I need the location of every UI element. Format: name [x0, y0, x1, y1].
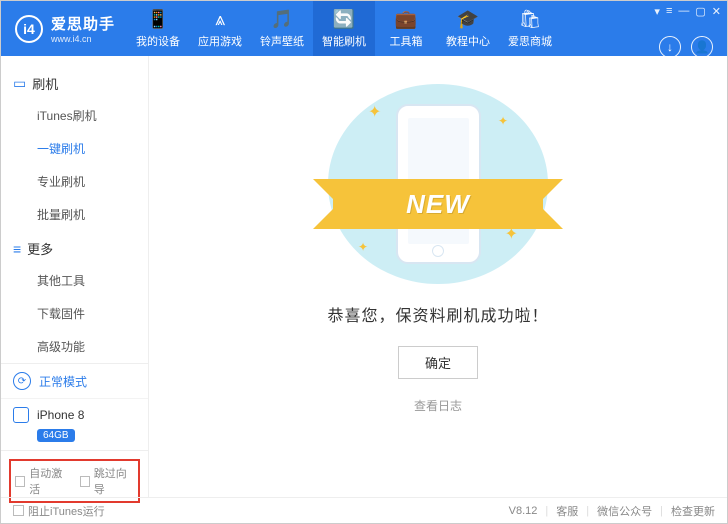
nav-label: 爱思商城 — [508, 33, 552, 49]
footer-link-update[interactable]: 检查更新 — [671, 503, 715, 519]
nav-store[interactable]: 🛍 爱思商城 — [499, 1, 561, 56]
success-illustration: ✦ ✦ ✦ ✦ NEW — [328, 84, 548, 284]
app-url: www.i4.cn — [51, 34, 115, 44]
music-icon: 🎵 — [271, 9, 293, 31]
tutorial-icon: 🎓 — [457, 9, 479, 31]
version-label: V8.12 — [509, 505, 538, 517]
app-logo: i4 爱思助手 www.i4.cn — [1, 13, 127, 44]
sidebar-section-flash: ▭ 刷机 — [1, 66, 148, 99]
app-title: 爱思助手 — [51, 13, 115, 34]
ok-button[interactable]: 确定 — [398, 346, 478, 379]
section-title: 刷机 — [32, 74, 58, 93]
section-title: 更多 — [27, 239, 53, 258]
top-nav: 📱 我的设备 ⩓ 应用游戏 🎵 铃声壁纸 🔄 智能刷机 💼 工具箱 🎓 教程中心 🛍 爱思商城 — [127, 1, 561, 56]
success-message: 恭喜您，保资料刷机成功啦！ — [327, 302, 548, 326]
refresh-icon: 🔄 — [333, 9, 355, 31]
phone-icon: ▭ — [13, 75, 26, 92]
nav-label: 智能刷机 — [322, 33, 366, 49]
sidebar: ▭ 刷机 iTunes刷机 一键刷机 专业刷机 批量刷机 ≡ 更多 其他工具 下载固… — [1, 56, 149, 497]
status-label: 正常模式 — [39, 373, 87, 390]
new-ribbon: NEW — [333, 179, 543, 229]
nav-label: 工具箱 — [390, 33, 423, 49]
minimize-icon[interactable]: — — [678, 5, 689, 18]
ribbon-text: NEW — [406, 189, 470, 220]
checkbox-block-itunes[interactable]: 阻止iTunes运行 — [13, 503, 105, 519]
footer-link-support[interactable]: 客服 — [556, 503, 578, 519]
checkbox-label: 跳过向导 — [94, 465, 134, 497]
sidebar-item-advanced[interactable]: 高级功能 — [1, 330, 148, 363]
store-icon: 🛍 — [519, 9, 542, 31]
phone-icon — [13, 407, 29, 423]
nav-label: 教程中心 — [446, 33, 490, 49]
device-icon: 📱 — [147, 9, 169, 31]
nav-flash[interactable]: 🔄 智能刷机 — [313, 1, 375, 56]
nav-label: 铃声壁纸 — [260, 33, 304, 49]
settings-icon[interactable]: ≡ — [666, 5, 672, 18]
sidebar-item-itunes-flash[interactable]: iTunes刷机 — [1, 99, 148, 132]
nav-my-device[interactable]: 📱 我的设备 — [127, 1, 189, 56]
sidebar-item-pro-flash[interactable]: 专业刷机 — [1, 165, 148, 198]
checkbox-skip-guide[interactable]: 跳过向导 — [80, 465, 135, 497]
logo-icon: i4 — [15, 15, 43, 43]
nav-ringtone[interactable]: 🎵 铃声壁纸 — [251, 1, 313, 56]
nav-toolbox[interactable]: 💼 工具箱 — [375, 1, 437, 56]
separator: | — [660, 505, 663, 517]
checkbox-icon — [15, 476, 25, 487]
app-header: i4 爱思助手 www.i4.cn 📱 我的设备 ⩓ 应用游戏 🎵 铃声壁纸 🔄 智能刷… — [1, 1, 727, 56]
checkbox-icon — [13, 505, 24, 516]
nav-tutorial[interactable]: 🎓 教程中心 — [437, 1, 499, 56]
sidebar-item-oneclick-flash[interactable]: 一键刷机 — [1, 132, 148, 165]
sidebar-section-more: ≡ 更多 — [1, 231, 148, 264]
sync-icon: ⟳ — [13, 372, 31, 390]
maximize-icon[interactable]: ▢ — [695, 5, 705, 18]
menu-icon: ≡ — [13, 241, 21, 257]
main-content: ✦ ✦ ✦ ✦ NEW 恭喜您，保资料刷机成功啦！ 确定 查看日志 — [149, 56, 727, 497]
sidebar-item-download-firmware[interactable]: 下载固件 — [1, 297, 148, 330]
status-bar: 阻止iTunes运行 V8.12 | 客服 | 微信公众号 | 检查更新 — [1, 497, 727, 523]
toolbox-icon: 💼 — [395, 9, 417, 31]
window-controls: ▾ ≡ — ▢ ✕ — [648, 1, 727, 22]
sidebar-item-batch-flash[interactable]: 批量刷机 — [1, 198, 148, 231]
star-icon: ✦ — [358, 240, 368, 254]
menu-icon[interactable]: ▾ — [654, 5, 660, 18]
device-mode-status[interactable]: ⟳ 正常模式 — [1, 364, 148, 399]
nav-label: 我的设备 — [136, 33, 180, 49]
checkbox-label: 阻止iTunes运行 — [28, 503, 105, 519]
apps-icon: ⩓ — [215, 9, 225, 31]
view-log-link[interactable]: 查看日志 — [414, 397, 462, 414]
sidebar-item-other-tools[interactable]: 其他工具 — [1, 264, 148, 297]
nav-apps[interactable]: ⩓ 应用游戏 — [189, 1, 251, 56]
footer-link-wechat[interactable]: 微信公众号 — [597, 503, 652, 519]
storage-badge: 64GB — [37, 429, 75, 442]
checkbox-auto-activate[interactable]: 自动激活 — [15, 465, 70, 497]
device-name: iPhone 8 — [37, 408, 84, 422]
nav-label: 应用游戏 — [198, 33, 242, 49]
checkbox-label: 自动激活 — [29, 465, 69, 497]
separator: | — [545, 505, 548, 517]
user-icon[interactable]: 👤 — [691, 36, 713, 58]
star-icon: ✦ — [368, 102, 381, 122]
close-icon[interactable]: ✕ — [712, 5, 721, 18]
star-icon: ✦ — [498, 114, 508, 128]
download-icon[interactable]: ↓ — [659, 36, 681, 58]
separator: | — [586, 505, 589, 517]
checkbox-icon — [80, 476, 90, 487]
device-row[interactable]: iPhone 8 — [1, 399, 148, 425]
